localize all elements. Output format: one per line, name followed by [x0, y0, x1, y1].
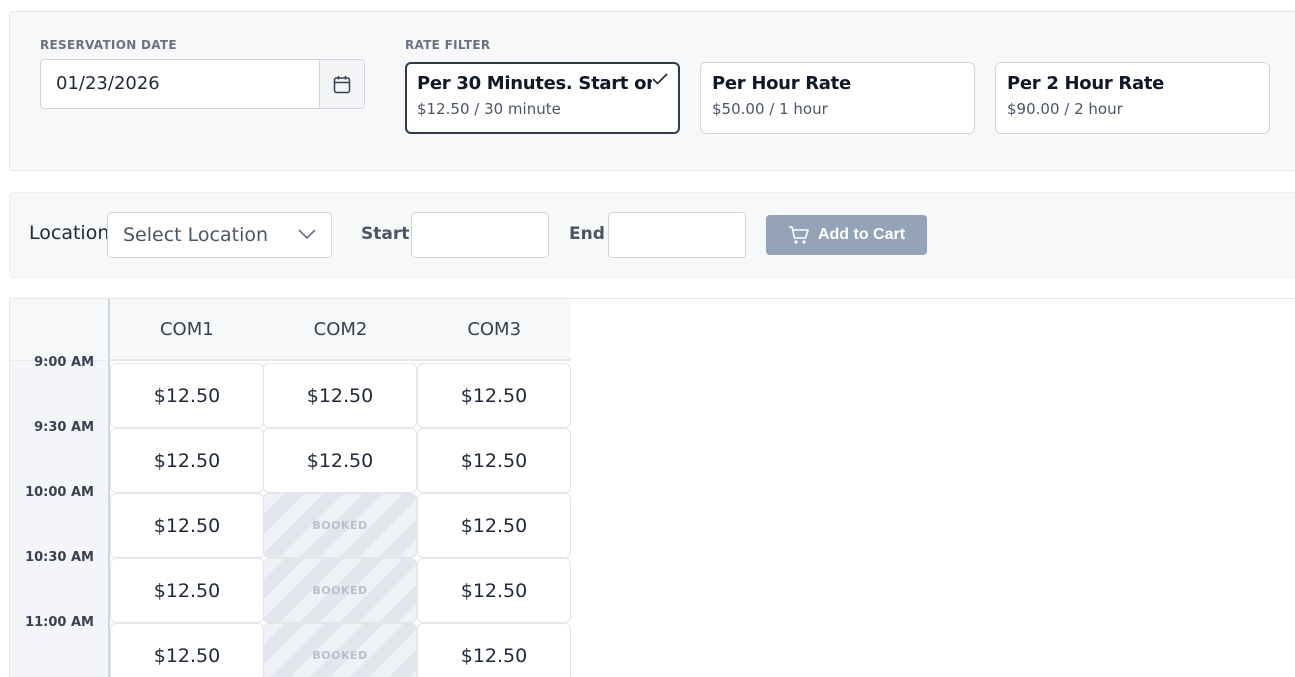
- time-label: 10:30 AM: [25, 550, 94, 565]
- schedule-grid: 9:00 AM 9:30 AM 10:00 AM 10:30 AM 11:00 …: [9, 298, 1295, 677]
- column-header: COM3: [467, 319, 522, 340]
- check-icon: [652, 73, 668, 85]
- rate-option-hour[interactable]: Per Hour Rate $50.00 / 1 hour: [700, 62, 975, 134]
- booked-slot: BOOKED: [263, 493, 417, 558]
- rate-option-2-hour[interactable]: Per 2 Hour Rate $90.00 / 2 hour: [995, 62, 1270, 134]
- rate-option-subtitle: $12.50 / 30 minute: [417, 100, 561, 118]
- time-column: 9:00 AM 9:30 AM 10:00 AM 10:30 AM 11:00 …: [9, 299, 110, 677]
- reservation-date-field[interactable]: 01/23/2026: [40, 59, 365, 109]
- start-label: Start: [361, 224, 410, 244]
- add-to-cart-label: Add to Cart: [817, 226, 906, 243]
- time-slot[interactable]: $12.50: [417, 493, 571, 558]
- rate-option-title: Per 30 Minutes. Start on 30: [417, 73, 652, 94]
- time-slot[interactable]: $12.50: [417, 623, 571, 677]
- time-slot[interactable]: $12.50: [417, 428, 571, 493]
- time-slot[interactable]: $12.50: [263, 363, 417, 428]
- time-slot[interactable]: $12.50: [417, 558, 571, 623]
- rate-filter-label: RATE FILTER: [405, 38, 491, 52]
- booked-slot: BOOKED: [263, 558, 417, 623]
- reservation-date-label: RESERVATION DATE: [40, 38, 177, 52]
- time-label: 9:00 AM: [34, 355, 94, 370]
- end-time-input[interactable]: [608, 212, 746, 258]
- time-slot[interactable]: $12.50: [110, 363, 264, 428]
- time-slot[interactable]: $12.50: [263, 428, 417, 493]
- cart-icon: [788, 226, 809, 244]
- calendar-button[interactable]: [319, 60, 364, 108]
- time-slot[interactable]: $12.50: [110, 558, 264, 623]
- time-slot[interactable]: $12.50: [110, 428, 264, 493]
- column-header: COM2: [313, 319, 368, 340]
- location-label: Location: [29, 222, 110, 244]
- time-slot[interactable]: $12.50: [417, 363, 571, 428]
- location-select-value: Select Location: [123, 224, 269, 246]
- reservation-date-value[interactable]: 01/23/2026: [41, 60, 319, 108]
- rate-option-title: Per 2 Hour Rate: [1007, 73, 1165, 94]
- end-label: End: [569, 224, 605, 244]
- time-slot[interactable]: $12.50: [110, 493, 264, 558]
- column-headers: COM1 COM2 COM3: [110, 299, 571, 361]
- booked-slot: BOOKED: [263, 623, 417, 677]
- rate-option-subtitle: $90.00 / 2 hour: [1007, 100, 1123, 118]
- time-label: 10:00 AM: [25, 485, 94, 500]
- calendar-icon: [333, 75, 351, 93]
- time-slot[interactable]: $12.50: [110, 623, 264, 677]
- time-label: 9:30 AM: [34, 420, 94, 435]
- rate-option-title: Per Hour Rate: [712, 73, 851, 94]
- grid-corner: [10, 299, 108, 361]
- chevron-down-icon: [298, 229, 316, 240]
- time-label: 11:00 AM: [25, 615, 94, 630]
- column-header: COM1: [159, 319, 214, 340]
- rate-option-30-min[interactable]: Per 30 Minutes. Start on 30 $12.50 / 30 …: [405, 62, 680, 134]
- add-to-cart-button[interactable]: Add to Cart: [766, 215, 927, 255]
- rate-option-subtitle: $50.00 / 1 hour: [712, 100, 828, 118]
- location-select[interactable]: Select Location: [107, 212, 332, 258]
- start-time-input[interactable]: [411, 212, 549, 258]
